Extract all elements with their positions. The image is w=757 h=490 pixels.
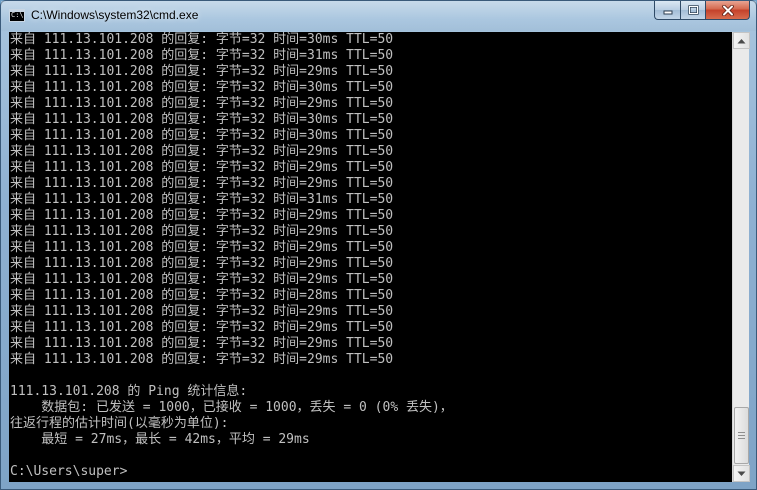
- console-line: 来自 111.13.101.208 的回复: 字节=32 时间=29ms TTL…: [10, 336, 394, 351]
- close-button[interactable]: [706, 1, 750, 20]
- console-line: 来自 111.13.101.208 的回复: 字节=32 时间=29ms TTL…: [10, 240, 394, 255]
- scroll-down-button[interactable]: [733, 465, 750, 482]
- thumb-grip-line: [738, 432, 745, 433]
- console-text: 来自 111.13.101.208 的回复: 字节=32 时间=30ms TTL…: [10, 32, 453, 480]
- maximize-button[interactable]: [680, 1, 706, 20]
- scroll-up-arrow-icon: [737, 38, 746, 43]
- console-line: 来自 111.13.101.208 的回复: 字节=32 时间=29ms TTL…: [10, 208, 394, 223]
- console-line: 来自 111.13.101.208 的回复: 字节=32 时间=29ms TTL…: [10, 352, 394, 367]
- console-line: 来自 111.13.101.208 的回复: 字节=32 时间=30ms TTL…: [10, 112, 394, 127]
- console-line: 来自 111.13.101.208 的回复: 字节=32 时间=30ms TTL…: [10, 80, 394, 95]
- console-line: 来自 111.13.101.208 的回复: 字节=32 时间=29ms TTL…: [10, 256, 394, 271]
- title-bar[interactable]: C:\ C:\Windows\system32\cmd.exe: [1, 1, 756, 31]
- minimize-icon: [663, 10, 672, 15]
- console-line: 来自 111.13.101.208 的回复: 字节=32 时间=29ms TTL…: [10, 224, 394, 239]
- vertical-scrollbar[interactable]: [732, 32, 750, 482]
- console-line: 往返行程的估计时间(以毫秒为单位):: [10, 416, 229, 431]
- console-line: C:\Users\super>: [10, 464, 128, 479]
- maximize-icon: [687, 5, 699, 15]
- cmd-console-icon[interactable]: C:\: [9, 9, 25, 22]
- caption-buttons: [654, 1, 750, 21]
- scroll-down-arrow-icon: [737, 471, 746, 476]
- console-line: 来自 111.13.101.208 的回复: 字节=32 时间=31ms TTL…: [10, 48, 394, 63]
- console-line: 来自 111.13.101.208 的回复: 字节=32 时间=29ms TTL…: [10, 176, 394, 191]
- console-line: 来自 111.13.101.208 的回复: 字节=32 时间=29ms TTL…: [10, 160, 394, 175]
- console-line: 来自 111.13.101.208 的回复: 字节=32 时间=31ms TTL…: [10, 192, 394, 207]
- console-line: 来自 111.13.101.208 的回复: 字节=32 时间=29ms TTL…: [10, 64, 394, 79]
- window-title: C:\Windows\system32\cmd.exe: [31, 8, 199, 22]
- thumb-grip-line: [738, 438, 745, 439]
- console-line: 最短 = 27ms，最长 = 42ms，平均 = 29ms: [10, 432, 310, 447]
- console-line: 来自 111.13.101.208 的回复: 字节=32 时间=29ms TTL…: [10, 96, 394, 111]
- console-line: 来自 111.13.101.208 的回复: 字节=32 时间=29ms TTL…: [10, 320, 394, 335]
- console-line: 来自 111.13.101.208 的回复: 字节=32 时间=28ms TTL…: [10, 288, 394, 303]
- close-icon: [721, 4, 734, 16]
- minimize-button[interactable]: [654, 1, 680, 20]
- cmd-icon-glyph: C:\: [11, 11, 24, 19]
- console-line: 来自 111.13.101.208 的回复: 字节=32 时间=30ms TTL…: [10, 32, 394, 47]
- thumb-grip-line: [738, 435, 745, 436]
- console-line: 数据包: 已发送 = 1000，已接收 = 1000，丢失 = 0 (0% 丢失…: [10, 400, 453, 415]
- console-line: 111.13.101.208 的 Ping 统计信息:: [10, 384, 248, 399]
- console-line: 来自 111.13.101.208 的回复: 字节=32 时间=30ms TTL…: [10, 128, 394, 143]
- console-output-area[interactable]: 来自 111.13.101.208 的回复: 字节=32 时间=30ms TTL…: [9, 32, 732, 482]
- console-line: 来自 111.13.101.208 的回复: 字节=32 时间=29ms TTL…: [10, 144, 394, 159]
- console-line: 来自 111.13.101.208 的回复: 字节=32 时间=29ms TTL…: [10, 304, 394, 319]
- scroll-up-button[interactable]: [733, 32, 750, 49]
- console-line: 来自 111.13.101.208 的回复: 字节=32 时间=29ms TTL…: [10, 272, 394, 287]
- console-window: C:\ C:\Windows\system32\cmd.exe 来自 111.1…: [0, 0, 757, 490]
- scroll-thumb[interactable]: [734, 407, 749, 464]
